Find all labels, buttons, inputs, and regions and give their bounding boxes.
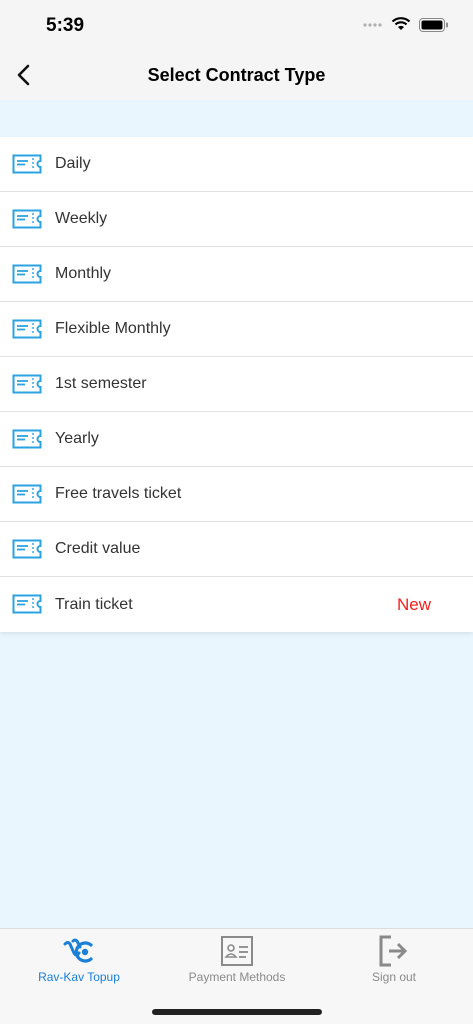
battery-icon: [419, 17, 448, 32]
contract-type-row[interactable]: Flexible Monthly: [0, 302, 473, 357]
contract-type-label: Credit value: [55, 540, 141, 557]
contract-type-label: Train ticket: [55, 595, 133, 613]
signal-icon: [363, 22, 382, 27]
tab-label: Rav-Kav Topup: [38, 970, 120, 984]
contract-type-row[interactable]: Free travels ticket: [0, 467, 473, 522]
navigation-bar: Select Contract Type: [0, 50, 473, 100]
contract-type-label: Daily: [55, 155, 91, 172]
ticket-icon: [12, 539, 42, 559]
status-bar: 5:39: [0, 0, 473, 50]
contract-type-row[interactable]: Credit value: [0, 522, 473, 577]
ticket-icon: [12, 154, 42, 174]
new-badge: New: [396, 594, 431, 614]
contract-type-label: Free travels ticket: [55, 485, 182, 502]
ticket-icon: [12, 429, 42, 449]
contract-type-row[interactable]: Train ticket New: [0, 577, 473, 632]
contract-type-label: Yearly: [55, 430, 99, 447]
tab-sign-out[interactable]: Sign out: [315, 929, 473, 999]
rav-kav-icon: [63, 938, 93, 963]
status-icons: [363, 17, 449, 32]
tab-payment-methods[interactable]: Payment Methods: [158, 929, 316, 999]
ticket-icon: [12, 374, 42, 394]
contract-type-row[interactable]: Yearly: [0, 412, 473, 467]
home-indicator: [152, 1009, 322, 1015]
status-time: 5:39: [46, 15, 85, 36]
tab-label: Sign out: [371, 970, 417, 984]
contract-type-row[interactable]: Weekly: [0, 192, 473, 247]
ticket-icon: [12, 319, 42, 339]
contract-type-row[interactable]: Monthly: [0, 247, 473, 302]
contract-type-label: Flexible Monthly: [55, 320, 171, 337]
tab-label: Payment Methods: [188, 970, 286, 984]
contract-type-label: 1st semester: [55, 375, 147, 392]
sign-out-icon: [379, 935, 408, 967]
payment-card-icon: [221, 936, 253, 966]
wifi-icon: [391, 17, 411, 30]
contract-type-list: Daily Weekly Monthly Flexible Monthly 1st se…: [0, 137, 473, 632]
page-title: Select Contract Type: [147, 65, 326, 85]
contract-type-label: Weekly: [55, 210, 108, 227]
ticket-icon: [12, 484, 42, 504]
tab-rav-kav-topup[interactable]: Rav-Kav Topup: [0, 929, 158, 999]
ticket-icon: [12, 209, 42, 229]
contract-type-row[interactable]: Daily: [0, 137, 473, 192]
contract-type-label: Monthly: [55, 265, 112, 282]
contract-type-row[interactable]: 1st semester: [0, 357, 473, 412]
ticket-icon: [12, 594, 42, 614]
ticket-icon: [12, 264, 42, 284]
